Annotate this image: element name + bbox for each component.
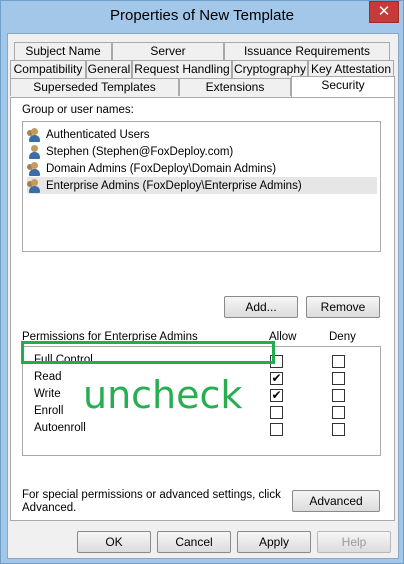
allow-checkbox[interactable]: ✔: [270, 389, 283, 402]
cancel-button[interactable]: Cancel: [157, 531, 231, 553]
apply-button[interactable]: Apply: [237, 531, 311, 553]
permission-name: Autoenroll: [34, 422, 86, 434]
user-list[interactable]: Authenticated Users Stephen (Stephen@Fox…: [22, 121, 381, 252]
list-item[interactable]: Authenticated Users: [27, 126, 377, 143]
window-title: Properties of New Template: [110, 7, 294, 24]
tab-request-handling[interactable]: Request Handling: [132, 60, 232, 78]
permission-name: Read: [34, 371, 62, 383]
list-item[interactable]: Domain Admins (FoxDeploy\Domain Admins): [27, 160, 377, 177]
allow-checkbox[interactable]: [270, 423, 283, 436]
group-users-icon: [27, 161, 43, 176]
tab-extensions[interactable]: Extensions: [179, 78, 291, 96]
list-item-selected[interactable]: Enterprise Admins (FoxDeploy\Enterprise …: [27, 177, 377, 194]
remove-button[interactable]: Remove: [306, 296, 380, 318]
title-bar[interactable]: Properties of New Template ✕: [1, 1, 403, 33]
permission-row: Autoenroll: [23, 421, 380, 438]
deny-column-header: Deny: [329, 331, 356, 343]
deny-checkbox[interactable]: [332, 406, 345, 419]
permission-name: Enroll: [34, 405, 64, 417]
close-button[interactable]: ✕: [369, 1, 399, 23]
help-button[interactable]: Help: [317, 531, 391, 553]
deny-checkbox[interactable]: [332, 372, 345, 385]
properties-dialog: Properties of New Template ✕ Subject Nam…: [0, 0, 404, 564]
dialog-client: Subject Name Server Issuance Requirement…: [7, 33, 399, 559]
user-icon: [27, 144, 43, 159]
group-users-icon: [27, 127, 43, 142]
add-button[interactable]: Add...: [224, 296, 298, 318]
ok-button[interactable]: OK: [77, 531, 151, 553]
allow-checkbox[interactable]: [270, 406, 283, 419]
group-or-user-names-label: Group or user names:: [22, 104, 134, 116]
advanced-button[interactable]: Advanced: [292, 490, 380, 512]
user-name: Domain Admins (FoxDeploy\Domain Admins): [46, 162, 277, 175]
tab-general[interactable]: General: [86, 60, 132, 78]
deny-checkbox[interactable]: [332, 389, 345, 402]
tab-subject-name[interactable]: Subject Name: [14, 42, 112, 60]
security-tab-page: Group or user names: Authenticated Users…: [10, 97, 395, 521]
allow-checkbox[interactable]: ✔: [270, 372, 283, 385]
tab-compatibility[interactable]: Compatibility: [10, 60, 86, 78]
user-name: Authenticated Users: [46, 128, 150, 141]
user-name: Stephen (Stephen@FoxDeploy.com): [46, 145, 234, 158]
uncheck-annotation: uncheck: [83, 373, 243, 417]
user-name: Enterprise Admins (FoxDeploy\Enterprise …: [46, 179, 302, 192]
list-item[interactable]: Stephen (Stephen@FoxDeploy.com): [27, 143, 377, 160]
tab-security[interactable]: Security: [291, 76, 395, 97]
permission-name: Write: [34, 388, 61, 400]
advanced-info-text: For special permissions or advanced sett…: [22, 489, 281, 514]
group-users-icon: [27, 178, 43, 193]
deny-checkbox[interactable]: [332, 355, 345, 368]
tab-issuance-requirements[interactable]: Issuance Requirements: [224, 42, 390, 60]
enroll-highlight-box: [21, 341, 275, 364]
deny-checkbox[interactable]: [332, 423, 345, 436]
tab-superseded-templates[interactable]: Superseded Templates: [10, 78, 179, 96]
tab-server[interactable]: Server: [112, 42, 224, 60]
